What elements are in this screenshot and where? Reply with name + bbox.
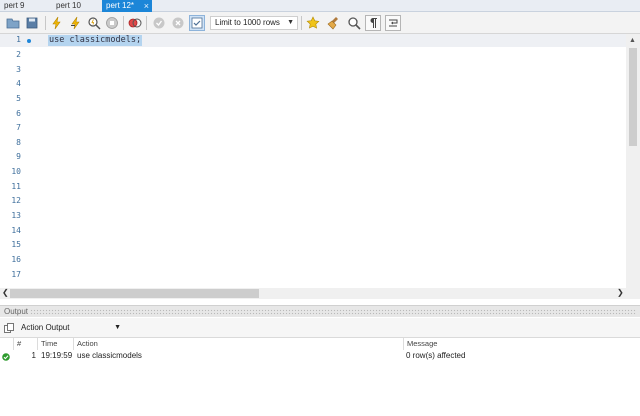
output-panel-header: Output bbox=[0, 305, 640, 317]
column-header-message[interactable]: Message bbox=[404, 338, 640, 350]
save-file-button[interactable] bbox=[24, 15, 40, 31]
tab-pert-9[interactable]: pert 9 bbox=[0, 0, 48, 12]
stop-button[interactable] bbox=[104, 15, 120, 31]
rollback-button[interactable] bbox=[170, 15, 186, 31]
scroll-left-icon[interactable]: ❮ bbox=[2, 288, 9, 297]
output-type-select[interactable]: Action Output ▼ bbox=[17, 321, 125, 335]
table-row[interactable]: 1 19:19:59 use classicmodels 0 row(s) af… bbox=[0, 350, 640, 362]
column-header-time[interactable]: Time bbox=[38, 338, 74, 350]
line-number: 9 bbox=[16, 152, 21, 161]
save-icon bbox=[26, 17, 38, 29]
horizontal-scrollbar[interactable]: ❮ ❯ bbox=[0, 288, 640, 299]
line-number: 6 bbox=[16, 109, 21, 118]
column-header-num[interactable]: # bbox=[14, 338, 38, 350]
close-tab-icon[interactable]: × bbox=[144, 0, 149, 12]
line-number: 3 bbox=[16, 65, 21, 74]
broom-icon bbox=[327, 17, 338, 30]
line-number: 15 bbox=[11, 240, 21, 249]
lightning-icon bbox=[52, 16, 61, 30]
sql-code-line[interactable]: use classicmodels; bbox=[48, 35, 143, 46]
action-output-grid: # Time Action Message 1 19:19:59 use cla… bbox=[0, 338, 640, 416]
line-number: 8 bbox=[16, 138, 21, 147]
scroll-up-icon[interactable]: ▲ bbox=[629, 37, 636, 44]
line-number: 1 bbox=[16, 35, 21, 44]
scroll-right-icon[interactable]: ❯ bbox=[617, 288, 624, 297]
vertical-scroll-thumb[interactable] bbox=[629, 48, 637, 146]
sql-editor[interactable]: 1 2 3 4 5 6 7 8 9 10 11 12 13 14 15 16 1… bbox=[0, 34, 640, 288]
row-action: use classicmodels bbox=[77, 351, 142, 360]
check-circle-icon bbox=[153, 17, 165, 29]
column-header-action[interactable]: Action bbox=[74, 338, 404, 350]
sql-editor-toolbar: Limit to 1000 rows ▼ bbox=[0, 12, 640, 34]
magnifier-lightning-icon bbox=[88, 17, 101, 30]
line-number: 5 bbox=[16, 94, 21, 103]
commit-button[interactable] bbox=[151, 15, 167, 31]
row-time: 19:19:59 bbox=[41, 351, 73, 360]
chevron-down-icon: ▼ bbox=[114, 324, 121, 331]
open-file-button[interactable] bbox=[5, 15, 21, 31]
panel-resize-grip[interactable] bbox=[30, 309, 636, 315]
lightning-cursor-icon bbox=[71, 16, 80, 30]
line-number: 14 bbox=[11, 226, 21, 235]
line-number: 13 bbox=[11, 211, 21, 220]
wrap-icon bbox=[389, 19, 398, 27]
find-button[interactable] bbox=[346, 15, 362, 31]
beautify-button[interactable] bbox=[326, 15, 342, 31]
folder-icon bbox=[6, 18, 20, 29]
toggle-word-wrap-button[interactable] bbox=[385, 15, 401, 31]
line-number-gutter: 1 2 3 4 5 6 7 8 9 10 11 12 13 14 15 16 1… bbox=[0, 34, 46, 288]
statement-marker-icon bbox=[27, 39, 31, 43]
execute-statement-button[interactable] bbox=[68, 15, 84, 31]
line-number: 16 bbox=[11, 255, 21, 264]
line-number: 17 bbox=[11, 270, 21, 279]
line-number: 11 bbox=[11, 182, 21, 191]
toggle-invisible-chars-button[interactable] bbox=[365, 15, 381, 31]
add-snippet-button[interactable] bbox=[305, 15, 321, 31]
pilcrow-icon bbox=[370, 18, 377, 28]
line-number: 12 bbox=[11, 196, 21, 205]
line-number: 7 bbox=[16, 123, 21, 132]
horizontal-scroll-thumb[interactable] bbox=[10, 289, 259, 298]
line-number: 4 bbox=[16, 79, 21, 88]
status-column-header bbox=[0, 338, 14, 350]
chevron-down-icon: ▼ bbox=[287, 19, 294, 26]
row-number: 1 bbox=[31, 351, 36, 360]
execute-all-button[interactable] bbox=[49, 15, 65, 31]
autocommit-icon bbox=[191, 17, 203, 29]
tab-pert-10[interactable]: pert 10 bbox=[52, 0, 100, 12]
toggle-continue-on-error-button[interactable] bbox=[127, 15, 143, 31]
copy-icon[interactable] bbox=[4, 323, 15, 333]
explain-button[interactable] bbox=[86, 15, 102, 31]
output-panel-title: Output bbox=[4, 307, 29, 316]
success-check-icon bbox=[2, 353, 10, 361]
vertical-scrollbar[interactable]: ▲ bbox=[626, 34, 640, 288]
output-toolbar: Action Output ▼ bbox=[0, 318, 640, 338]
workbench-window: pert 9 pert 10 pert 12* × Limit to 1000 … bbox=[0, 0, 640, 416]
cancel-circle-icon bbox=[172, 17, 184, 29]
query-tab-bar: pert 9 pert 10 pert 12* × bbox=[0, 0, 640, 12]
search-icon bbox=[348, 17, 361, 30]
line-number: 10 bbox=[11, 167, 21, 176]
tab-pert-12[interactable]: pert 12* × bbox=[102, 0, 152, 12]
line-number: 2 bbox=[16, 50, 21, 59]
row-limit-select[interactable]: Limit to 1000 rows ▼ bbox=[210, 16, 298, 30]
toggle-autocommit-button[interactable] bbox=[189, 15, 205, 31]
star-icon bbox=[306, 16, 320, 29]
row-message: 0 row(s) affected bbox=[406, 351, 466, 360]
stop-icon bbox=[106, 17, 118, 29]
error-stop-icon bbox=[128, 18, 142, 28]
